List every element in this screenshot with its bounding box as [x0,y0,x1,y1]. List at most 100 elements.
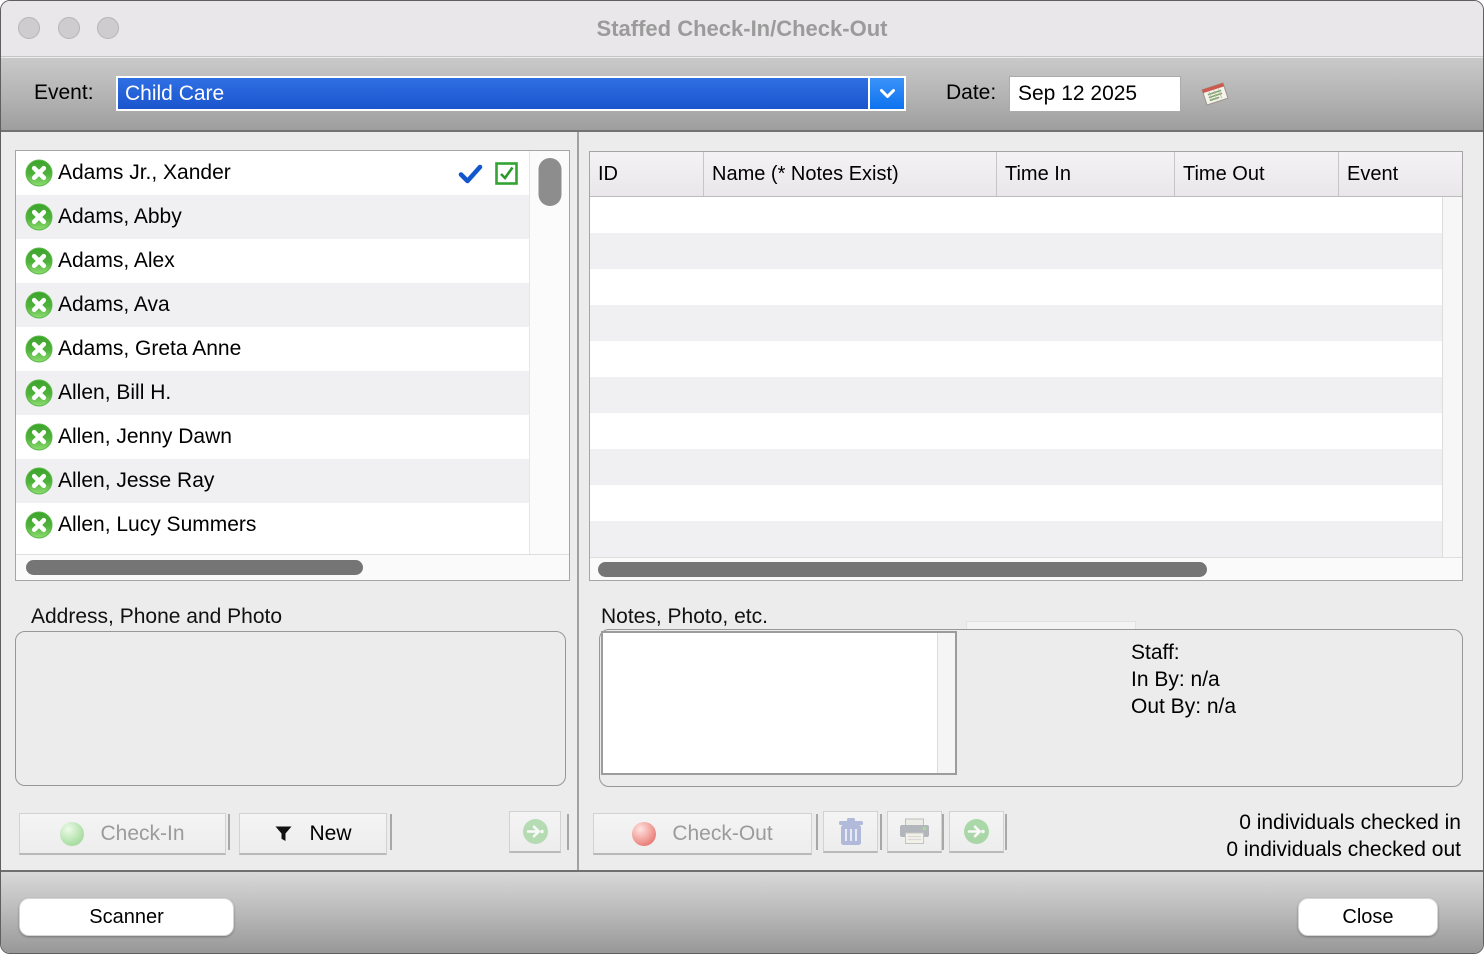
check-in-button[interactable]: Check-In [19,813,226,855]
notes-text-area[interactable] [601,631,957,775]
new-button[interactable]: New [239,813,387,855]
zoom-window-icon[interactable] [97,17,119,39]
checked-in-table: ID Name (* Notes Exist) Time In Time Out Eve… [589,151,1463,581]
table-header-cell: Time Out [1175,152,1339,196]
list-item[interactable]: Allen, Bill H. [16,371,529,415]
list-item-name: Adams, Alex [58,249,175,272]
status-x-icon [25,203,53,231]
staff-out-by: Out By: n/a [1131,695,1237,718]
status-x-icon [25,291,53,319]
checked-in-count: 0 individuals checked in [1239,811,1461,834]
printer-icon [899,818,930,845]
table-rows-area [590,197,1442,557]
staffed-checkin-window: Staffed Check-In/Check-Out Event: Child … [0,0,1484,954]
list-item[interactable]: Adams Jr., Xander [16,151,529,195]
button-separator [880,814,882,850]
new-label: New [309,821,352,845]
horizontal-scrollbar-thumb[interactable] [598,562,1207,577]
button-separator [816,814,818,850]
status-x-icon [25,247,53,275]
status-x-icon [25,423,53,451]
table-row [590,485,1442,521]
staff-info: Staff: In By: n/a Out By: n/a [1131,639,1236,720]
event-label: Event: [34,81,94,104]
close-button[interactable]: Close [1298,898,1438,936]
table-row [590,197,1442,233]
event-dropdown-value: Child Care [118,78,868,109]
date-input[interactable] [1009,76,1181,112]
list-item[interactable]: Adams, Greta Anne [16,327,529,371]
status-x-icon [25,335,53,363]
button-separator [942,814,944,850]
table-row [590,413,1442,449]
list-item-name: Allen, Bill H. [58,381,172,404]
horizontal-scrollbar-thumb[interactable] [26,560,363,575]
table-row [590,449,1442,485]
move-right-button[interactable] [509,811,561,853]
notes-scrollbar-gutter [937,633,955,773]
vertical-scrollbar[interactable] [1442,197,1462,557]
list-item-name: Adams Jr., Xander [58,161,231,184]
address-phone-photo-box [15,631,566,786]
staff-label: Staff: [1131,641,1180,664]
vertical-scrollbar-thumb[interactable] [538,158,561,206]
horizontal-scrollbar[interactable] [16,554,569,580]
minimize-window-icon[interactable] [58,17,80,39]
list-item[interactable]: Allen, Jenny Dawn [16,415,529,459]
toolbar: Event: Child Care Date: [1,58,1483,132]
list-item[interactable]: Adams, Ava [16,283,529,327]
list-item-name: Allen, Jenny Dawn [58,425,232,448]
checked-checkbox-icon[interactable] [495,162,518,185]
table-header-cell: Name (* Notes Exist) [704,152,997,196]
list-item-name: Adams, Abby [58,205,182,228]
table-row [590,269,1442,305]
button-separator [390,814,392,850]
list-item-name: Allen, Jesse Ray [58,469,215,492]
status-x-icon [25,511,53,539]
close-window-icon[interactable] [18,17,40,39]
title-bar: Staffed Check-In/Check-Out [1,1,1483,57]
event-dropdown[interactable]: Child Care [116,76,906,111]
list-item-name: Adams, Ava [58,293,170,316]
table-header-cell: ID [590,152,704,196]
table-header-cell: Time In [997,152,1175,196]
button-separator [1005,814,1007,850]
vertical-scrollbar[interactable] [529,151,569,554]
selected-check-icon [458,164,483,184]
filter-funnel-icon [274,825,293,843]
table-row [590,377,1442,413]
scanner-button[interactable]: Scanner [19,898,234,936]
check-out-button[interactable]: Check-Out [593,813,812,855]
green-arrow-icon [963,818,990,845]
list-item-name: Allen, Lucy Summers [58,513,257,536]
notes-section-label: Notes, Photo, etc. [601,605,768,628]
individuals-list: Adams Jr., Xander Adams, Abby Adams, Alex A… [15,150,570,581]
trash-icon [838,817,864,847]
list-item[interactable]: Adams, Alex [16,239,529,283]
list-item[interactable]: Adams, Abby [16,195,529,239]
table-row [590,233,1442,269]
status-x-icon [25,379,53,407]
button-separator [567,814,569,850]
list-item[interactable]: Allen, Lucy Summers [16,503,529,547]
checked-out-count: 0 individuals checked out [1226,838,1461,861]
check-counts: 0 individuals checked in 0 individuals c… [1226,809,1461,863]
delete-button[interactable] [823,811,878,853]
horizontal-scrollbar[interactable] [590,557,1462,580]
red-ball-icon [632,821,657,846]
check-out-label: Check-Out [672,821,773,845]
address-section-label: Address, Phone and Photo [31,605,283,628]
list-item[interactable]: Allen, Jesse Ray [16,459,529,503]
move-right-button[interactable] [949,811,1004,853]
calendar-icon[interactable] [1199,80,1231,113]
table-header-row: ID Name (* Notes Exist) Time In Time Out Eve… [590,152,1462,197]
check-in-label: Check-In [100,821,185,845]
list-item-name: Adams, Greta Anne [58,337,242,360]
table-header-cell: Event [1347,163,1399,185]
chevron-down-icon[interactable] [870,78,904,109]
panel-divider [577,132,579,870]
table-row [590,305,1442,341]
table-row [590,521,1442,557]
print-button[interactable] [887,811,942,853]
date-label: Date: [946,81,997,104]
